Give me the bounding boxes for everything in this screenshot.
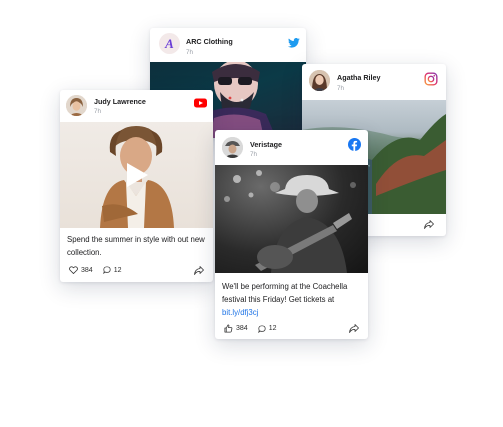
post-header: A ARC Clothing 7h [150,28,306,62]
avatar[interactable] [66,95,87,116]
account-name[interactable]: Agatha Riley [337,73,381,82]
post-time: 7h [186,49,194,56]
comment-button[interactable]: 12 [257,324,277,333]
post-card-judy-lawrence[interactable]: Judy Lawrence 7h Spend the summer in sty… [60,90,213,282]
comment-count: 12 [268,325,277,332]
post-time: 7h [250,151,258,158]
caption-text: We'll be performing at the Coachella fes… [222,282,348,304]
post-time: 7h [94,108,102,115]
avatar[interactable] [222,137,243,158]
account-name[interactable]: ARC Clothing [186,37,233,46]
account-name[interactable]: Judy Lawrence [94,97,146,106]
account-name[interactable]: Veristage [250,140,282,149]
cowboy-guitarist-image [224,170,356,273]
post-header: Agatha Riley 7h [302,64,446,98]
share-icon[interactable] [424,220,434,229]
thumbs-up-icon [224,324,233,333]
post-stats: 384 12 [224,324,286,333]
post-caption: Spend the summer in style with out new c… [67,235,205,257]
post-stats: 384 12 [69,266,131,274]
ticket-link[interactable]: bit.ly/dfj3cj [222,308,258,317]
like-button[interactable]: 384 [224,324,248,333]
comment-button[interactable]: 12 [102,266,122,274]
instagram-icon[interactable] [424,72,438,86]
avatar[interactable]: A [159,33,180,54]
comment-icon [102,266,111,274]
comment-icon [257,324,266,333]
post-image[interactable] [215,165,368,273]
avatar[interactable] [309,70,330,91]
youtube-icon[interactable] [194,98,207,108]
facebook-icon[interactable] [348,138,361,151]
share-icon[interactable] [194,266,204,275]
comment-count: 12 [113,266,122,274]
twitter-icon[interactable] [288,38,300,48]
post-time: 7h [337,85,345,92]
post-card-veristage[interactable]: Veristage 7h We'll be performing at the … [215,130,368,339]
heart-icon [69,266,78,274]
post-header: Judy Lawrence 7h [60,90,213,124]
play-icon[interactable] [122,161,150,189]
like-count: 384 [81,266,93,274]
like-button[interactable]: 384 [69,266,93,274]
share-icon[interactable] [349,324,359,333]
avatar-letter: A [165,35,174,51]
post-video[interactable] [60,122,213,228]
post-caption: We'll be performing at the Coachella fes… [222,280,364,319]
like-count: 384 [236,325,248,332]
post-header: Veristage 7h [215,130,368,164]
